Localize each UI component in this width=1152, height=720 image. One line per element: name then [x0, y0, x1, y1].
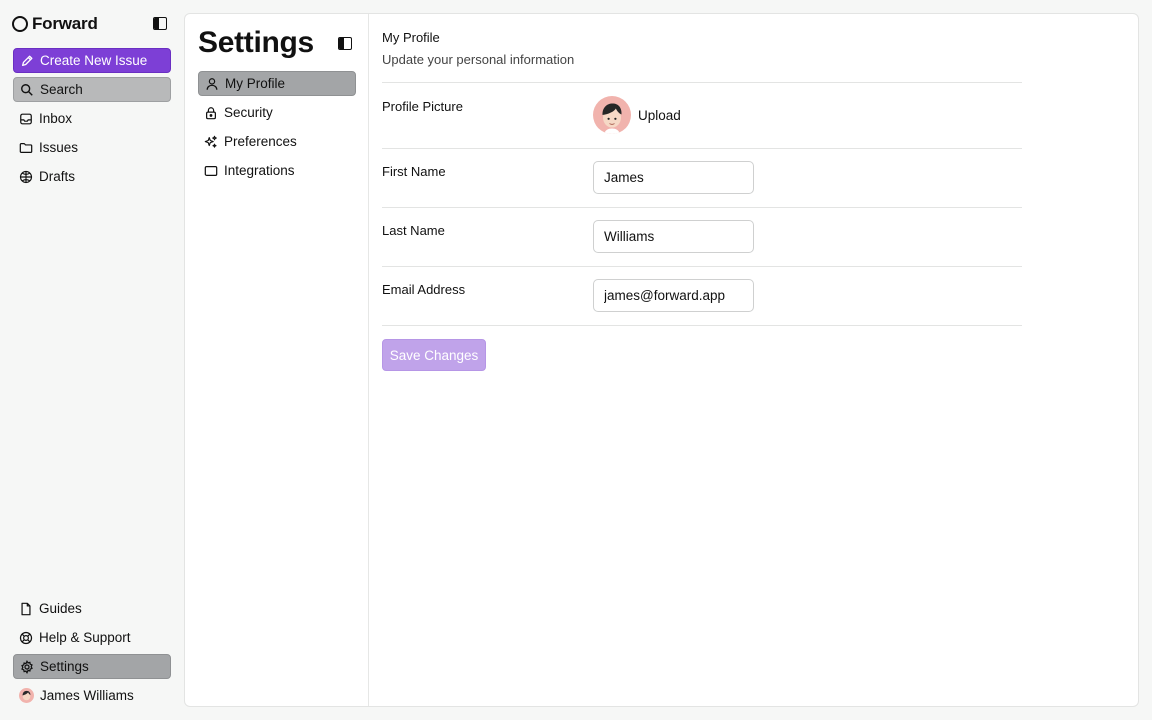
gear-icon: [20, 659, 34, 674]
upload-button[interactable]: Upload: [638, 108, 681, 123]
settings-nav-preferences[interactable]: Preferences: [198, 129, 356, 154]
divider: [382, 82, 1022, 83]
last-name-input[interactable]: [593, 220, 754, 253]
settings-nav-my-profile[interactable]: My Profile: [198, 71, 356, 96]
profile-picture-label: Profile Picture: [382, 99, 463, 114]
save-changes-button[interactable]: Save Changes: [382, 339, 486, 371]
user-profile-item[interactable]: James Williams: [13, 683, 171, 708]
pencil-icon: [20, 54, 34, 68]
sidebar-item-label: Help & Support: [39, 630, 131, 645]
sparkles-icon: [204, 135, 218, 149]
avatar: [19, 688, 34, 703]
main-panel: Settings My Profile Security Preferences: [184, 13, 1139, 707]
create-new-issue-label: Create New Issue: [40, 53, 148, 68]
divider: [382, 148, 1022, 149]
divider: [382, 325, 1022, 326]
divider: [382, 207, 1022, 208]
settings-nav-security[interactable]: Security: [198, 100, 356, 125]
divider: [382, 266, 1022, 267]
sidebar-item-issues[interactable]: Issues: [13, 135, 171, 160]
settings-nav: My Profile Security Preferences Integrat…: [198, 71, 356, 187]
inbox-icon: [19, 112, 33, 126]
user-name: James Williams: [40, 688, 134, 703]
lifebuoy-icon: [19, 631, 33, 645]
folder-icon: [19, 141, 33, 155]
sidebar-item-search[interactable]: Search: [13, 77, 171, 102]
forward-logo-icon: [12, 16, 28, 32]
sidebar-item-label: Search: [40, 82, 83, 97]
user-icon: [205, 77, 219, 91]
settings-sidebar-toggle-icon[interactable]: [338, 37, 352, 50]
sidebar-item-label: Drafts: [39, 169, 76, 184]
first-name-label: First Name: [382, 164, 446, 179]
section-subtitle: Update your personal information: [382, 52, 575, 67]
settings-sidebar: Settings My Profile Security Preferences: [185, 14, 369, 706]
sidebar-item-label: Settings: [40, 659, 89, 674]
email-label: Email Address: [382, 282, 466, 297]
app-sidebar: Forward Create New Issue Search Inbox Is…: [0, 0, 184, 720]
email-input[interactable]: [593, 279, 754, 312]
sidebar-item-label: Inbox: [39, 111, 73, 126]
settings-nav-label: Preferences: [224, 134, 297, 149]
first-name-input[interactable]: [593, 161, 754, 194]
settings-nav-integrations[interactable]: Integrations: [198, 158, 356, 183]
sidebar-item-inbox[interactable]: Inbox: [13, 106, 171, 131]
drafts-icon: [19, 170, 33, 184]
window-icon: [204, 164, 218, 178]
settings-nav-label: Security: [224, 105, 273, 120]
app-name: Forward: [32, 14, 98, 33]
document-icon: [19, 602, 33, 616]
sidebar-item-label: Guides: [39, 601, 82, 616]
search-icon: [20, 83, 34, 97]
last-name-label: Last Name: [382, 223, 445, 238]
sidebar-item-guides[interactable]: Guides: [13, 596, 171, 621]
sidebar-item-drafts[interactable]: Drafts: [13, 164, 171, 189]
page-title: Settings: [198, 26, 314, 59]
main-nav: Create New Issue Search Inbox Issues Dra…: [13, 48, 171, 193]
brand[interactable]: Forward: [12, 13, 98, 35]
sidebar-toggle-icon[interactable]: [153, 17, 167, 30]
settings-nav-label: Integrations: [224, 163, 295, 178]
section-title: My Profile: [382, 30, 440, 45]
create-new-issue-button[interactable]: Create New Issue: [13, 48, 171, 73]
sidebar-item-label: Issues: [39, 140, 79, 155]
settings-nav-label: My Profile: [225, 76, 286, 91]
bottom-nav: Guides Help & Support Settings James Wil…: [13, 596, 171, 712]
sidebar-item-settings[interactable]: Settings: [13, 654, 171, 679]
profile-avatar: [593, 96, 631, 134]
lock-icon: [204, 106, 218, 120]
sidebar-item-help[interactable]: Help & Support: [13, 625, 171, 650]
